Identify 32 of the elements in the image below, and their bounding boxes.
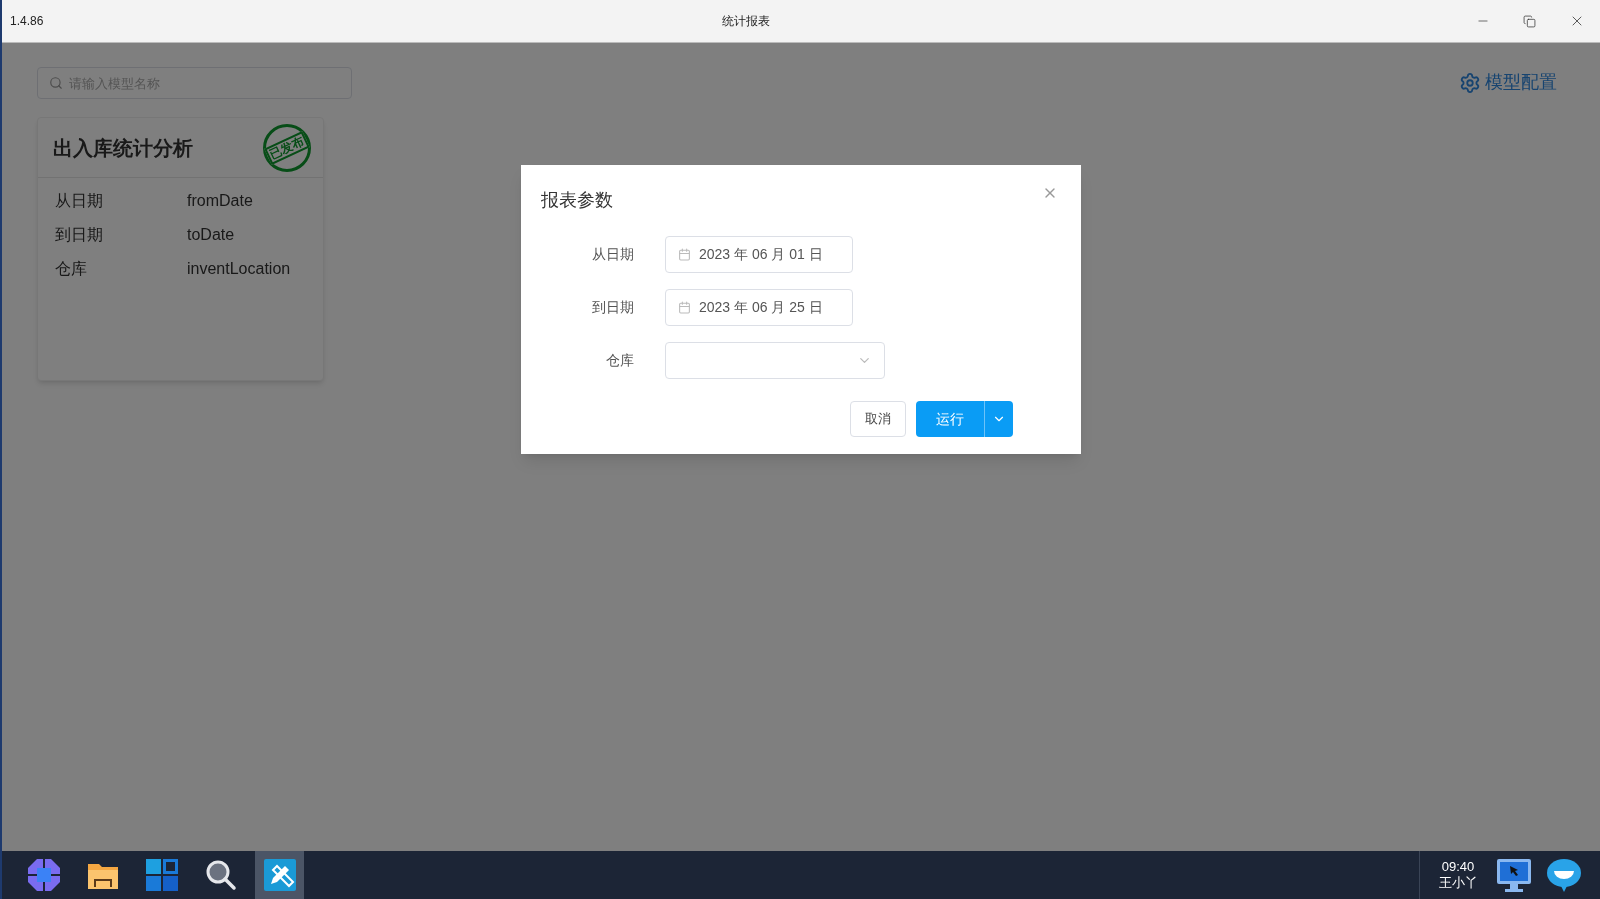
monitor-icon [1496,857,1532,893]
dialog-title: 报表参数 [541,189,613,212]
date-picker[interactable]: 2023 年 06 月 25 日 [665,289,853,326]
windows-logo-icon [145,859,178,891]
version-label: 1.4.86 [10,13,45,30]
settings-icon [1459,71,1481,94]
report-card[interactable]: 出入库统计分析 已发布 从日期 fromDate 到日期 toDate 仓库 inventLocation [37,117,324,381]
field-label: 到日期 [591,298,634,317]
param-label: 从日期 [55,191,104,211]
card-title: 出入库统计分析 [53,135,193,161]
cancel-button[interactable]: 取消 [850,401,906,437]
calendar-icon [678,248,691,261]
restore-icon [1523,14,1536,28]
window-title: 统计报表 [722,13,770,30]
param-label: 仓库 [55,259,88,279]
clock-time: 09:40 [1441,859,1475,875]
taskbar-app[interactable] [255,851,304,899]
param-name: inventLocation [187,259,291,279]
search-icon [49,76,63,90]
pencil-ruler-icon [263,859,296,891]
param-label: 到日期 [55,225,104,245]
published-stamp: 已发布 [263,124,311,172]
chat-bubble-icon [1546,857,1582,893]
field-label: 仓库 [605,351,634,370]
param-name: toDate [187,225,235,245]
user-name: 王小丫 [1438,875,1478,891]
param-name: fromDate [187,191,253,211]
search-icon [204,859,237,891]
calendar-icon [678,301,691,314]
octagon-app-icon [26,858,61,892]
date-picker[interactable]: 2023 年 06 月 01 日 [665,236,853,273]
field-label: 从日期 [591,245,634,264]
